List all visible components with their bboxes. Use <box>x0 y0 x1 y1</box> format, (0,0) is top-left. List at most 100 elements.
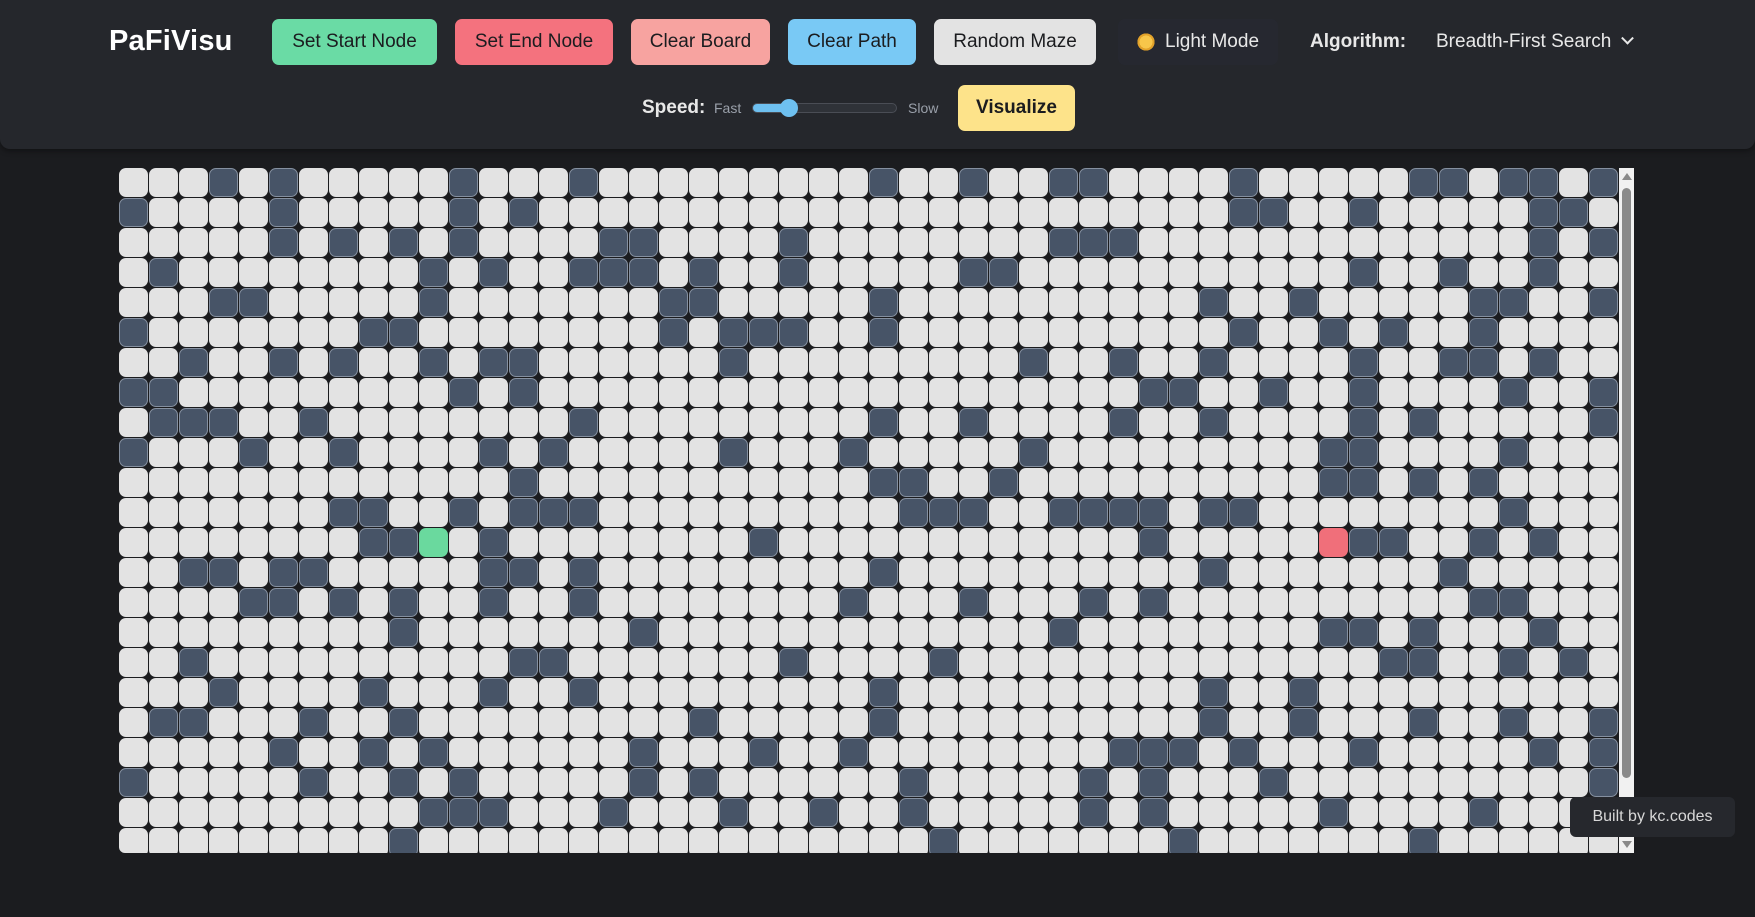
wall-cell[interactable] <box>1049 168 1078 197</box>
grid-cell[interactable] <box>179 768 208 797</box>
grid-cell[interactable] <box>269 768 298 797</box>
grid-cell[interactable] <box>419 828 448 853</box>
grid-cell[interactable] <box>1229 438 1258 467</box>
wall-cell[interactable] <box>689 258 718 287</box>
grid-cell[interactable] <box>959 828 988 853</box>
grid-cell[interactable] <box>779 768 808 797</box>
grid-cell[interactable] <box>209 348 238 377</box>
grid-cell[interactable] <box>1289 438 1318 467</box>
grid-cell[interactable] <box>179 288 208 317</box>
grid-cell[interactable] <box>629 498 658 527</box>
wall-cell[interactable] <box>1259 768 1288 797</box>
grid-cell[interactable] <box>659 228 688 257</box>
grid-cell[interactable] <box>1319 378 1348 407</box>
grid-cell[interactable] <box>209 738 238 767</box>
wall-cell[interactable] <box>1079 228 1108 257</box>
grid-cell[interactable] <box>659 558 688 587</box>
grid-cell[interactable] <box>1319 258 1348 287</box>
grid-cell[interactable] <box>479 168 508 197</box>
wall-cell[interactable] <box>269 168 298 197</box>
grid-cell[interactable] <box>1319 558 1348 587</box>
grid-cell[interactable] <box>629 588 658 617</box>
grid-cell[interactable] <box>749 198 778 227</box>
grid-cell[interactable] <box>1409 318 1438 347</box>
grid-cell[interactable] <box>1139 648 1168 677</box>
wall-cell[interactable] <box>479 258 508 287</box>
grid-cell[interactable] <box>1379 588 1408 617</box>
wall-cell[interactable] <box>719 438 748 467</box>
grid-cell[interactable] <box>389 168 418 197</box>
grid-cell[interactable] <box>509 168 538 197</box>
grid-cell[interactable] <box>689 738 718 767</box>
grid-cell[interactable] <box>1169 678 1198 707</box>
grid-cell[interactable] <box>509 528 538 557</box>
grid-cell[interactable] <box>1289 768 1318 797</box>
wall-cell[interactable] <box>1499 708 1528 737</box>
grid-cell[interactable] <box>959 288 988 317</box>
grid-cell[interactable] <box>809 498 838 527</box>
wall-cell[interactable] <box>299 558 328 587</box>
grid-cell[interactable] <box>359 408 388 437</box>
grid-cell[interactable] <box>659 528 688 557</box>
grid-cell[interactable] <box>959 738 988 767</box>
wall-cell[interactable] <box>1589 738 1618 767</box>
grid-cell[interactable] <box>1319 678 1348 707</box>
grid-cell[interactable] <box>1019 468 1048 497</box>
wall-cell[interactable] <box>509 558 538 587</box>
grid-cell[interactable] <box>239 558 268 587</box>
grid-cell[interactable] <box>179 198 208 227</box>
wall-cell[interactable] <box>599 798 628 827</box>
wall-cell[interactable] <box>1259 198 1288 227</box>
grid-cell[interactable] <box>809 618 838 647</box>
grid-cell[interactable] <box>119 288 148 317</box>
grid-cell[interactable] <box>869 528 898 557</box>
wall-cell[interactable] <box>1469 798 1498 827</box>
grid-cell[interactable] <box>839 618 868 647</box>
wall-cell[interactable] <box>1499 498 1528 527</box>
grid-cell[interactable] <box>209 438 238 467</box>
grid-cell[interactable] <box>899 648 928 677</box>
wall-cell[interactable] <box>149 378 178 407</box>
grid-cell[interactable] <box>209 798 238 827</box>
grid-cell[interactable] <box>839 558 868 587</box>
grid-cell[interactable] <box>1079 618 1108 647</box>
grid-cell[interactable] <box>539 288 568 317</box>
wall-cell[interactable] <box>1139 498 1168 527</box>
wall-cell[interactable] <box>479 348 508 377</box>
grid-cell[interactable] <box>929 348 958 377</box>
grid-cell[interactable] <box>449 648 478 677</box>
grid-cell[interactable] <box>1589 438 1618 467</box>
grid-cell[interactable] <box>599 828 628 853</box>
grid-cell[interactable] <box>1259 318 1288 347</box>
grid-cell[interactable] <box>1559 438 1588 467</box>
grid-cell[interactable] <box>1169 558 1198 587</box>
grid-cell[interactable] <box>629 378 658 407</box>
grid-cell[interactable] <box>629 348 658 377</box>
grid-cell[interactable] <box>239 258 268 287</box>
grid-cell[interactable] <box>809 648 838 677</box>
wall-cell[interactable] <box>779 228 808 257</box>
grid-cell[interactable] <box>119 558 148 587</box>
grid-cell[interactable] <box>1559 468 1588 497</box>
grid-cell[interactable] <box>1289 198 1318 227</box>
wall-cell[interactable] <box>1199 348 1228 377</box>
grid-cell[interactable] <box>1289 258 1318 287</box>
grid-cell[interactable] <box>179 438 208 467</box>
grid-cell[interactable] <box>1259 588 1288 617</box>
wall-cell[interactable] <box>119 438 148 467</box>
grid-cell[interactable] <box>1049 588 1078 617</box>
grid-cell[interactable] <box>1379 438 1408 467</box>
grid-cell[interactable] <box>269 408 298 437</box>
grid-cell[interactable] <box>359 468 388 497</box>
grid-cell[interactable] <box>869 498 898 527</box>
grid-cell[interactable] <box>1199 258 1228 287</box>
grid-cell[interactable] <box>1289 168 1318 197</box>
grid-cell[interactable] <box>1559 168 1588 197</box>
grid-cell[interactable] <box>1109 198 1138 227</box>
grid-cell[interactable] <box>719 558 748 587</box>
grid-cell[interactable] <box>869 618 898 647</box>
start-node[interactable] <box>419 528 448 557</box>
grid-cell[interactable] <box>1289 588 1318 617</box>
grid-cell[interactable] <box>449 558 478 587</box>
wall-cell[interactable] <box>269 738 298 767</box>
